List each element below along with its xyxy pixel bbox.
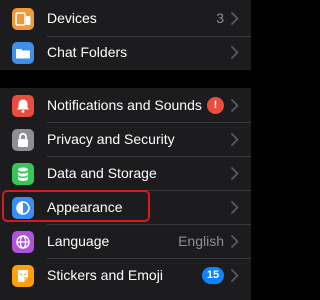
chat-folders-label: Chat Folders <box>47 44 128 60</box>
chevron-right-icon <box>230 267 240 284</box>
lock-icon <box>12 129 34 151</box>
appearance-label: Appearance <box>47 199 123 215</box>
stickers-row[interactable]: Stickers and Emoji 15 <box>0 259 251 292</box>
language-label: Language <box>47 233 110 249</box>
notifications-row[interactable]: Notifications and Sounds ! <box>0 89 251 122</box>
privacy-row[interactable]: Privacy and Security <box>0 123 251 156</box>
settings-group-devices: Devices 3 Chat Folders <box>0 0 251 70</box>
sticker-icon <box>12 265 34 287</box>
alert-badge: ! <box>207 97 224 114</box>
language-row[interactable]: Language English <box>0 225 251 258</box>
notifications-label: Notifications and Sounds <box>47 97 202 113</box>
chevron-right-icon <box>230 199 240 216</box>
laptop-phone-icon <box>12 8 34 30</box>
database-icon <box>12 163 34 185</box>
data-storage-row[interactable]: Data and Storage <box>0 157 251 190</box>
chevron-right-icon <box>230 165 240 182</box>
privacy-label: Privacy and Security <box>47 131 175 147</box>
language-value: English <box>178 233 224 249</box>
devices-count: 3 <box>216 10 224 26</box>
count-badge: 15 <box>202 267 224 284</box>
chevron-right-icon <box>230 131 240 148</box>
chevron-right-icon <box>230 10 240 27</box>
globe-icon <box>12 231 34 253</box>
data-storage-label: Data and Storage <box>47 165 157 181</box>
devices-label: Devices <box>47 10 97 26</box>
chevron-right-icon <box>230 97 240 114</box>
half-circle-icon <box>12 197 34 219</box>
stickers-label: Stickers and Emoji <box>47 267 163 283</box>
settings-group-general: Notifications and Sounds ! Privacy and S… <box>0 88 251 300</box>
folder-icon <box>12 42 34 64</box>
chevron-right-icon <box>230 44 240 61</box>
chat-folders-row[interactable]: Chat Folders <box>0 36 251 69</box>
devices-row[interactable]: Devices 3 <box>0 2 251 35</box>
appearance-row[interactable]: Appearance <box>0 191 251 224</box>
bell-icon <box>12 95 34 117</box>
chevron-right-icon <box>230 233 240 250</box>
